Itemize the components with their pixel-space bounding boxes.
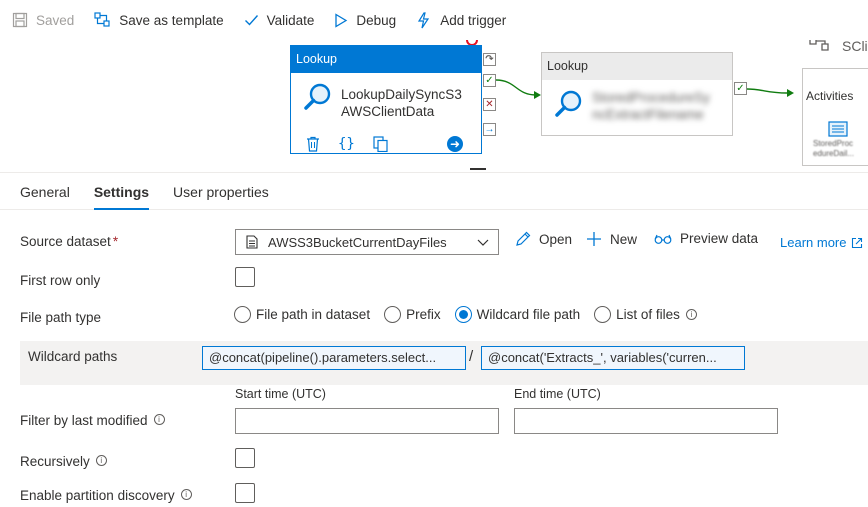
- end-time-label: End time (UTC): [514, 387, 601, 401]
- chevron-down-icon: [477, 239, 489, 246]
- wildcard-paths-label: Wildcard paths: [28, 349, 118, 364]
- preview-data-button[interactable]: Preview data: [654, 231, 758, 246]
- activity-actions: {}: [306, 136, 406, 152]
- saved-button[interactable]: Saved: [12, 0, 74, 40]
- dataset-icon: [246, 235, 258, 249]
- lookup-activity[interactable]: Lookup StoredProcedureSy ncExtractFilena…: [541, 52, 733, 136]
- radio-prefix[interactable]: Prefix: [384, 306, 441, 323]
- learn-more-label: Learn more: [780, 235, 847, 250]
- activity-name: StoredProcedureSy ncExtractFilename: [592, 89, 710, 123]
- activity-name-line1: LookupDailySyncS3: [341, 87, 462, 102]
- learn-more-link[interactable]: Learn more: [780, 235, 863, 250]
- new-dataset-button[interactable]: New: [586, 231, 637, 247]
- copy-icon[interactable]: [373, 136, 388, 152]
- first-row-only-checkbox[interactable]: [235, 267, 255, 287]
- activities-label: Activities: [806, 89, 854, 103]
- start-time-label: Start time (UTC): [235, 387, 326, 401]
- glasses-icon: [654, 234, 672, 244]
- recursively-checkbox[interactable]: [235, 448, 255, 468]
- source-dataset-select[interactable]: AWSS3BucketCurrentDayFiles: [235, 229, 499, 255]
- info-icon[interactable]: i: [95, 455, 107, 466]
- activity-name-line2: AWSClientData: [341, 104, 435, 119]
- save-icon: [12, 12, 28, 28]
- source-dataset-value: AWSS3BucketCurrentDayFiles: [268, 234, 447, 250]
- play-icon: [335, 12, 348, 28]
- success-connector: [496, 79, 541, 99]
- pipeline-canvas[interactable]: Lookup LookupDailySyncS3 AWSClientData {…: [0, 40, 868, 170]
- path-separator: /: [469, 348, 474, 365]
- toolbar: Saved Save as template Validate Debug Ad…: [0, 0, 868, 40]
- skip-port-icon[interactable]: ↷: [483, 53, 496, 66]
- open-dataset-button[interactable]: Open: [515, 231, 572, 247]
- wildcard-file-name-input[interactable]: @concat('Extracts_', variables('curren..…: [481, 346, 745, 370]
- enable-partition-discovery-checkbox[interactable]: [235, 483, 255, 503]
- radio-wildcard-file-path[interactable]: Wildcard file path: [454, 306, 580, 323]
- preview-data-label: Preview data: [680, 231, 759, 246]
- add-trigger-button[interactable]: Add trigger: [416, 0, 506, 40]
- radio-list-of-files[interactable]: List of files i: [594, 306, 697, 323]
- panel-resize-handle[interactable]: [470, 168, 486, 170]
- lookup-icon: [555, 90, 582, 117]
- completion-port-icon[interactable]: →: [483, 123, 496, 136]
- activity-type-label: Lookup: [542, 53, 732, 80]
- validate-label: Validate: [266, 12, 315, 28]
- tab-user-properties[interactable]: User properties: [173, 173, 269, 209]
- tab-general[interactable]: General: [20, 173, 70, 209]
- open-label: Open: [539, 231, 573, 247]
- activity-name-line2: ncExtractFilename: [592, 107, 704, 122]
- activity-sub-name: StoredProc edureDail...: [813, 139, 854, 158]
- recursively-label: Recursively i: [20, 454, 107, 469]
- validate-button[interactable]: Validate: [244, 0, 315, 40]
- failure-port-icon[interactable]: ✕: [483, 98, 496, 111]
- source-dataset-label: Source dataset *: [20, 234, 119, 249]
- success-connector: [747, 88, 794, 97]
- saved-label: Saved: [36, 12, 75, 28]
- lightning-icon: [418, 11, 430, 28]
- info-icon[interactable]: i: [685, 309, 697, 320]
- code-icon[interactable]: {}: [338, 136, 355, 152]
- filter-by-last-modified-label: Filter by last modified i: [20, 413, 165, 428]
- info-icon[interactable]: i: [153, 414, 165, 425]
- checkmark-icon: [244, 15, 258, 26]
- end-time-input[interactable]: [514, 408, 778, 434]
- activity-header-fragment: SCli: [842, 40, 868, 54]
- file-path-type-radio-group: File path in dataset Prefix Wildcard fil…: [234, 306, 711, 323]
- debug-label: Debug: [356, 12, 397, 28]
- info-icon[interactable]: i: [180, 489, 192, 500]
- enable-partition-discovery-label: Enable partition discovery i: [20, 488, 192, 503]
- required-mark: *: [112, 234, 119, 249]
- radio-file-path-in-dataset[interactable]: File path in dataset: [234, 306, 370, 323]
- success-port-icon[interactable]: ✓: [734, 82, 747, 95]
- save-as-template-button[interactable]: Save as template: [94, 0, 224, 40]
- success-port-icon[interactable]: ✓: [483, 74, 496, 87]
- pencil-icon: [516, 231, 531, 246]
- wildcard-folder-path-input[interactable]: @concat(pipeline().parameters.select...: [202, 346, 466, 370]
- arrow-right-icon[interactable]: ➜: [447, 136, 463, 152]
- tab-settings[interactable]: Settings: [93, 173, 150, 210]
- activity-name: LookupDailySyncS3 AWSClientData: [341, 86, 462, 120]
- activity-name-line1: StoredProcedureSy: [592, 90, 710, 105]
- properties-tabs: General Settings User properties: [0, 172, 868, 210]
- activities-container[interactable]: Activities StoredProc edureDail...: [802, 68, 868, 166]
- debug-button[interactable]: Debug: [334, 0, 396, 40]
- file-path-type-label: File path type: [20, 310, 102, 325]
- plus-icon: [587, 232, 601, 246]
- start-time-input[interactable]: [235, 408, 499, 434]
- stored-procedure-icon: [809, 40, 829, 51]
- first-row-only-label: First row only: [20, 273, 101, 288]
- stored-procedure-icon: [828, 121, 848, 137]
- save-as-template-label: Save as template: [119, 12, 224, 28]
- lookup-activity-selected[interactable]: Lookup LookupDailySyncS3 AWSClientData {…: [290, 45, 482, 154]
- delete-icon[interactable]: [306, 136, 320, 152]
- external-link-icon: [852, 237, 863, 248]
- new-label: New: [610, 231, 638, 247]
- add-trigger-label: Add trigger: [440, 12, 507, 28]
- lookup-icon: [304, 83, 331, 110]
- activity-type-label: Lookup: [291, 46, 481, 73]
- template-icon: [94, 12, 110, 27]
